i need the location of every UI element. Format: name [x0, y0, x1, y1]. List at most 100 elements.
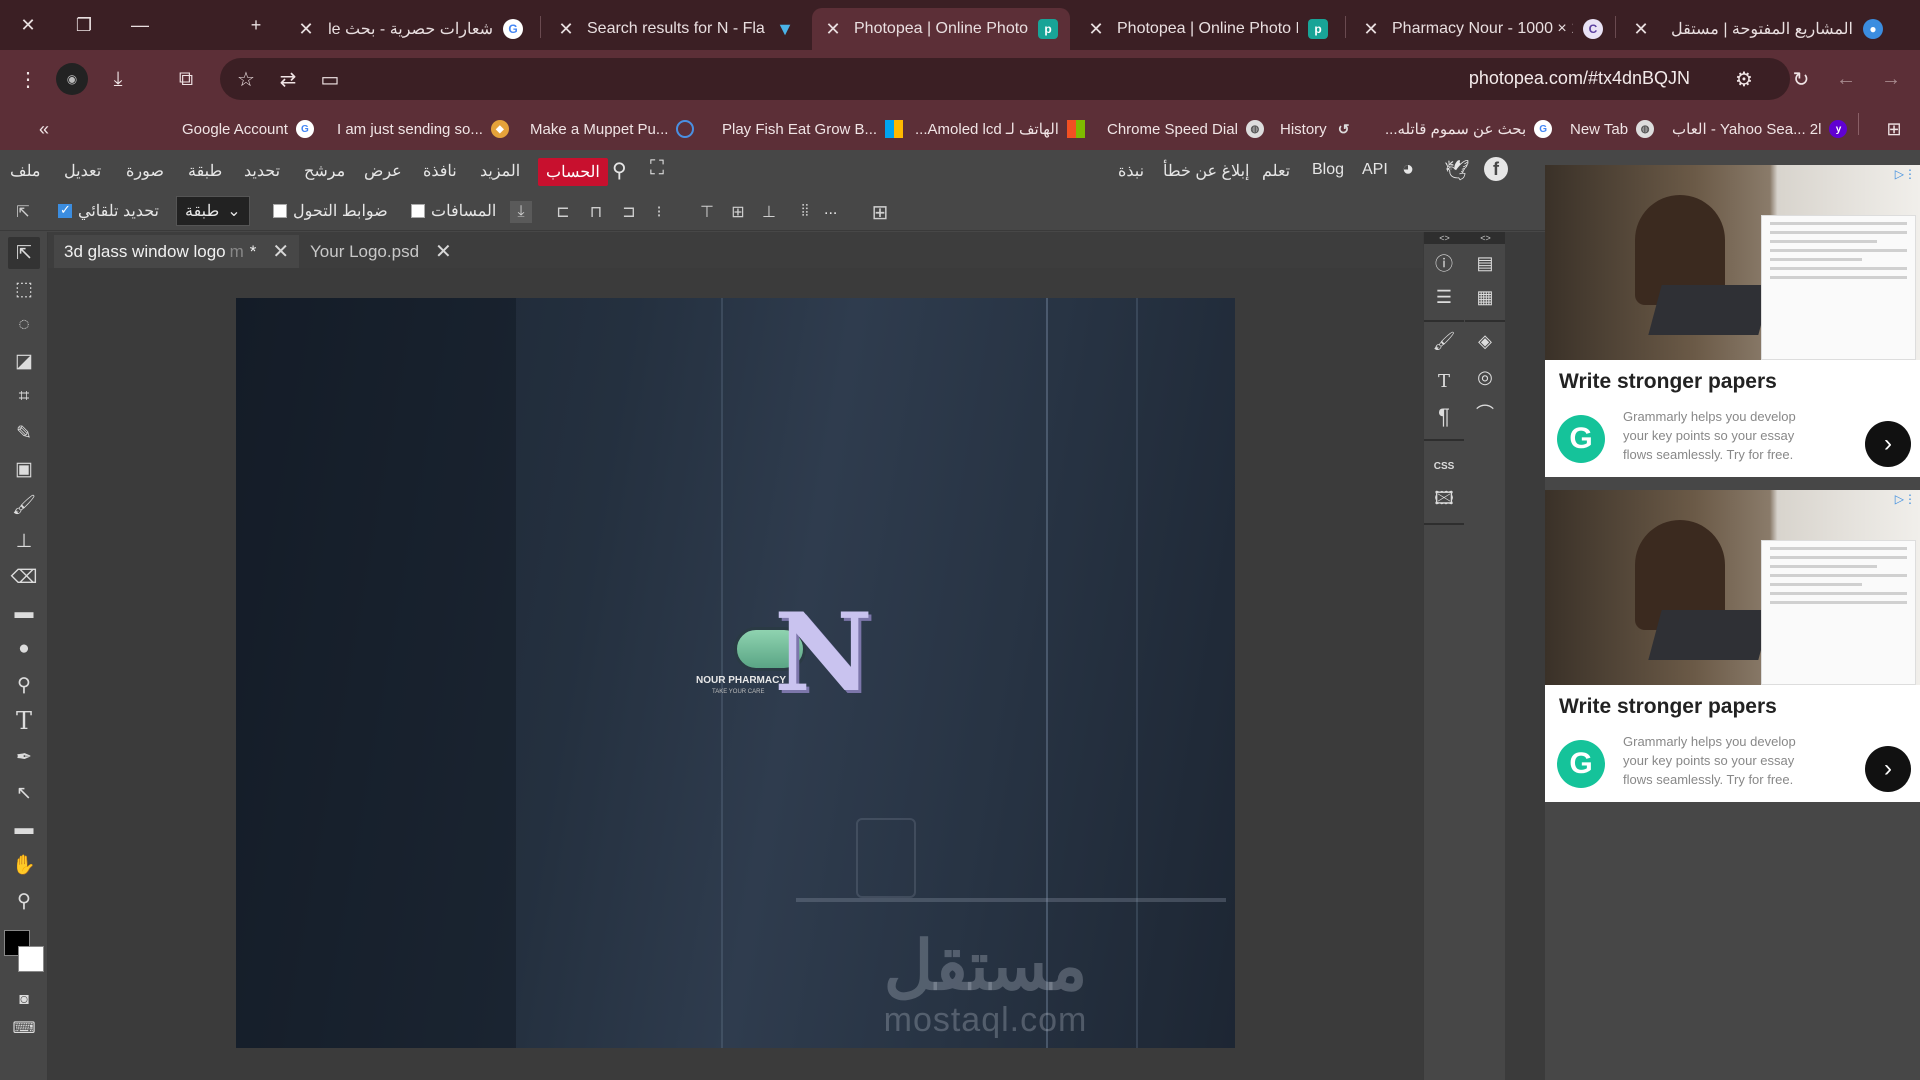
eyedropper-tool-icon[interactable]: ✎: [8, 417, 40, 449]
reddit-icon[interactable]: ◕: [1402, 158, 1414, 181]
distances-checkbox[interactable]: [411, 204, 425, 218]
forward-arrow-icon[interactable]: →: [1875, 63, 1907, 95]
back-arrow-icon[interactable]: ←: [1830, 63, 1862, 95]
bookmark-item[interactable]: New Tab ◍: [1570, 118, 1655, 140]
stamp-tool-icon[interactable]: ⊥: [8, 525, 40, 557]
background-color-swatch[interactable]: [18, 946, 44, 972]
css-panel-icon[interactable]: CSS: [1429, 451, 1459, 481]
bookmark-item[interactable]: Google Account G: [182, 118, 314, 140]
link-learn[interactable]: تعلم: [1262, 161, 1290, 181]
close-tab-icon[interactable]: ✕: [557, 19, 575, 40]
document-canvas[interactable]: N NOUR PHARMACY TAKE YOUR CARE مستقل mos…: [236, 298, 1235, 1048]
quick-select-tool-icon[interactable]: ◪: [8, 345, 40, 377]
transform-controls-checkbox[interactable]: [273, 204, 287, 218]
doc-tab[interactable]: Your Logo.psd ✕: [300, 235, 462, 268]
chevron-right-icon[interactable]: ›: [1865, 746, 1911, 792]
grammarly-ad[interactable]: ▷⋮ Write stronger papers G Grammarly hel…: [1545, 490, 1920, 802]
gradient-tool-icon[interactable]: ▬: [8, 597, 40, 629]
align-bottom-icon[interactable]: ⊥: [758, 201, 780, 223]
translate-icon[interactable]: ⇄: [272, 63, 304, 95]
address-url[interactable]: photopea.com/#tx4dnBQJN: [1469, 68, 1690, 89]
account-button[interactable]: الحساب: [538, 158, 608, 186]
panel-collapse-toggle[interactable]: <>: [1424, 232, 1465, 244]
menu-filter[interactable]: مرشح: [304, 161, 345, 181]
adchoices-icon[interactable]: ▷⋮: [1895, 492, 1916, 506]
character-icon[interactable]: T: [1429, 366, 1459, 396]
patch-tool-icon[interactable]: ▣: [8, 453, 40, 485]
hand-tool-icon[interactable]: ✋: [8, 849, 40, 881]
eraser-tool-icon[interactable]: ⌫: [8, 561, 40, 593]
image-panel-icon[interactable]: 🖾: [1429, 486, 1459, 516]
more-options[interactable]: ...: [824, 201, 837, 219]
close-window-icon[interactable]: ✕: [8, 8, 48, 42]
bookmark-item[interactable]: Chrome Speed Dial ◍: [1107, 118, 1264, 140]
channels-icon[interactable]: ◎: [1470, 362, 1500, 392]
grammarly-ad[interactable]: ▷⋮ Write stronger papers G Grammarly hel…: [1545, 165, 1920, 477]
brush-tool-icon[interactable]: 🖌: [8, 489, 40, 521]
menu-layer[interactable]: طبقة: [188, 161, 222, 181]
bookmark-item[interactable]: History ↺: [1280, 118, 1353, 140]
menu-kebab-icon[interactable]: ⋮: [12, 63, 44, 95]
align-middle-icon[interactable]: ⊞: [727, 201, 749, 223]
menu-file[interactable]: ملف: [10, 161, 40, 181]
fullscreen-icon[interactable]: ⛶: [650, 157, 664, 180]
bookmark-item[interactable]: Make a Muppet Pu...: [530, 118, 695, 140]
close-icon[interactable]: ✕: [435, 239, 452, 264]
download-arrow-icon[interactable]: ⤓: [510, 201, 532, 223]
download-icon[interactable]: ⤓: [102, 63, 134, 95]
twitter-icon[interactable]: 🕊: [1444, 158, 1469, 183]
profile-avatar[interactable]: ◉: [56, 63, 88, 95]
history-panel-icon[interactable]: ▤: [1470, 248, 1500, 278]
transform-controls-option[interactable]: ضوابط التحول: [265, 201, 388, 221]
bookmark-item[interactable]: العاب - Yahoo Sea... 2l y: [1672, 118, 1848, 140]
auto-select-checkbox[interactable]: [58, 202, 72, 218]
swatches-icon[interactable]: ▦: [1470, 282, 1500, 312]
search-icon[interactable]: ⚲: [612, 158, 627, 183]
panel-collapse-toggle[interactable]: <>: [1465, 232, 1506, 244]
all-bookmarks-grid-icon[interactable]: ⊞: [1878, 113, 1910, 145]
pen-tool-icon[interactable]: ✒: [8, 741, 40, 773]
layers-icon[interactable]: ◈: [1470, 326, 1500, 356]
align-right-icon[interactable]: ⊐: [618, 201, 640, 223]
menu-window[interactable]: نافذة: [423, 161, 457, 181]
rectangle-tool-icon[interactable]: ▬: [8, 813, 40, 845]
extensions-icon[interactable]: ⧉: [170, 63, 202, 95]
type-tool-icon[interactable]: T: [8, 705, 40, 737]
menu-image[interactable]: صورة: [126, 161, 164, 181]
link-api[interactable]: API: [1362, 161, 1388, 179]
browser-tab[interactable]: ✕ Pharmacy Nour - 1000 × 1 C: [1350, 8, 1615, 50]
dodge-tool-icon[interactable]: ⚲: [8, 669, 40, 701]
menu-more[interactable]: المزيد: [480, 161, 520, 181]
align-top-icon[interactable]: ⊤: [696, 201, 718, 223]
crop-tool-icon[interactable]: ⌗: [8, 381, 40, 413]
brush-panel-icon[interactable]: 🖌: [1429, 326, 1459, 356]
align-center-icon[interactable]: ⊓: [585, 201, 607, 223]
paths-icon[interactable]: ⌒: [1470, 398, 1500, 428]
close-icon[interactable]: ✕: [272, 239, 289, 264]
adjustments-icon[interactable]: ☰: [1429, 282, 1459, 312]
distribute-horizontal-icon[interactable]: ⦙⦙: [790, 201, 820, 223]
bookmark-star-icon[interactable]: ☆: [230, 63, 262, 95]
minimize-window-icon[interactable]: —: [120, 8, 160, 42]
link-about[interactable]: نبذة: [1118, 161, 1144, 181]
menu-view[interactable]: عرض: [364, 161, 402, 181]
menu-select[interactable]: تحديد: [244, 161, 280, 181]
marquee-tool-icon[interactable]: ⬚: [8, 273, 40, 305]
distribute-vertical-icon[interactable]: ⁝: [648, 201, 670, 223]
close-tab-icon[interactable]: ✕: [297, 19, 315, 40]
chevron-double-left-icon[interactable]: «: [28, 113, 60, 145]
bookmark-item[interactable]: Play Fish Eat Grow B...: [722, 118, 904, 140]
browser-tab[interactable]: ✕ المشاريع المفتوحة | مستقل ●: [1620, 8, 1895, 50]
browser-tab[interactable]: ✕ شعارات حصرية - بحث Google G: [285, 8, 535, 50]
bookmark-item[interactable]: بحث عن سموم قاتله... G: [1385, 118, 1553, 140]
zoom-tool-icon[interactable]: ⚲: [8, 885, 40, 917]
link-report-bug[interactable]: إبلاغ عن خطأ: [1163, 161, 1250, 181]
grid-icon[interactable]: ⊞: [869, 201, 891, 224]
move-tool-icon[interactable]: ⇱: [12, 201, 34, 223]
lasso-tool-icon[interactable]: ◌: [8, 309, 40, 341]
new-tab-icon[interactable]: +: [236, 8, 276, 42]
browser-tab[interactable]: ✕ Photopea | Online Photo E p: [1075, 8, 1340, 50]
path-select-tool-icon[interactable]: ↖: [8, 777, 40, 809]
bookmark-item[interactable]: I am just sending so... ◆: [337, 118, 509, 140]
menu-edit[interactable]: تعديل: [64, 161, 101, 181]
